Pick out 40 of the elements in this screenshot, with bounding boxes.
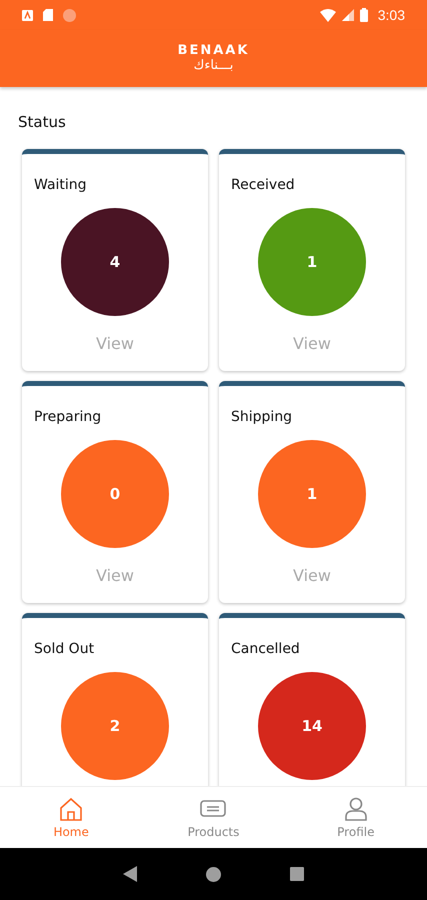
status-card[interactable]: Waiting 4 View — [22, 149, 208, 371]
count-number: 2 — [110, 717, 120, 735]
card-title: Preparing — [34, 409, 102, 425]
home-button-icon[interactable] — [206, 866, 221, 882]
circle-icon — [63, 8, 76, 22]
nav-tab[interactable]: Profile — [284, 787, 427, 848]
count-number: 1 — [306, 253, 318, 271]
card-title: Received — [231, 177, 295, 193]
count-number: 4 — [110, 253, 120, 271]
card-title: Waiting — [34, 177, 87, 193]
view-link[interactable]: View — [96, 334, 134, 353]
count-number: 0 — [110, 485, 120, 503]
count-number: 14 — [302, 717, 322, 735]
battery-icon — [360, 8, 368, 22]
status-card[interactable]: Shipping 1 View — [219, 381, 405, 603]
nav-tab[interactable]: Home — [0, 787, 142, 848]
section-title: Status — [18, 113, 67, 131]
user-icon — [342, 796, 369, 822]
home-icon — [58, 796, 84, 822]
logo-text: BENAAK — [178, 43, 250, 58]
recents-icon[interactable] — [290, 867, 304, 881]
clock-time: 3:03 — [378, 7, 405, 23]
card-title: Shipping — [231, 409, 292, 425]
status-card[interactable]: Cancelled 14 — [219, 613, 405, 786]
signal-icon — [342, 9, 354, 21]
status-card[interactable]: Preparing 0 View — [22, 381, 208, 603]
logo-arabic-text: بـــناءك — [194, 58, 234, 74]
nav-tab[interactable]: Products — [142, 787, 285, 848]
view-link[interactable]: View — [293, 566, 331, 585]
status-card[interactable]: Received 1 View — [219, 149, 405, 371]
status-card[interactable]: Sold Out 2 — [22, 613, 208, 786]
view-link[interactable]: View — [96, 566, 134, 585]
wifi-icon — [320, 8, 336, 22]
back-icon[interactable] — [122, 866, 137, 882]
count-number: 1 — [306, 485, 318, 503]
notification-icon — [22, 10, 33, 20]
card-title: Sold Out — [34, 641, 94, 657]
card-title: Cancelled — [231, 641, 300, 657]
view-link[interactable]: View — [293, 334, 331, 353]
sd-card-icon — [43, 9, 53, 21]
